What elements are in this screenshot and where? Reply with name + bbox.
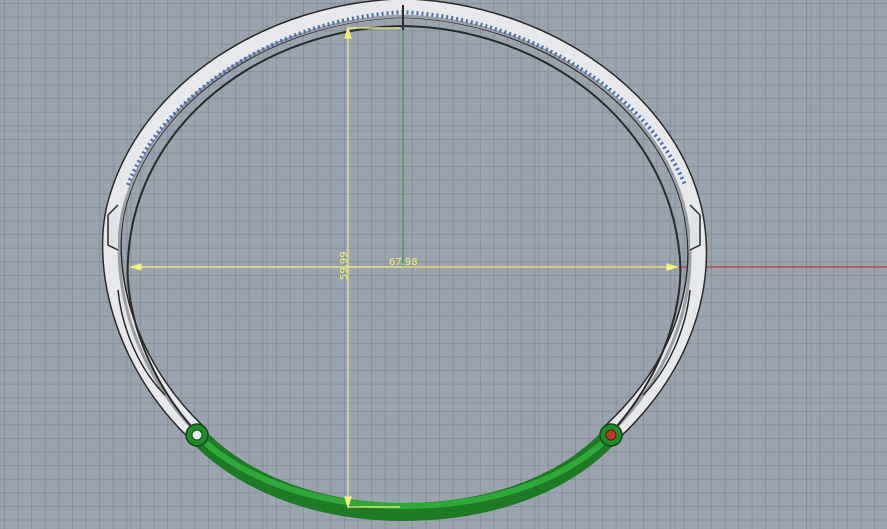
segment-end-point[interactable] <box>599 423 623 447</box>
ring-stone-settings <box>126 9 687 186</box>
ring-model[interactable] <box>101 0 708 441</box>
viewport-canvas[interactable]: 67.98 59.99 <box>0 0 887 529</box>
height-dimension-label: 59.99 <box>339 251 350 280</box>
ring-inner-edge <box>126 24 682 434</box>
major-grid <box>0 0 887 529</box>
cad-viewport[interactable]: 67.98 59.99 <box>0 0 887 529</box>
width-dimension-label: 67.98 <box>389 257 418 268</box>
segment-start-point[interactable] <box>185 423 209 447</box>
